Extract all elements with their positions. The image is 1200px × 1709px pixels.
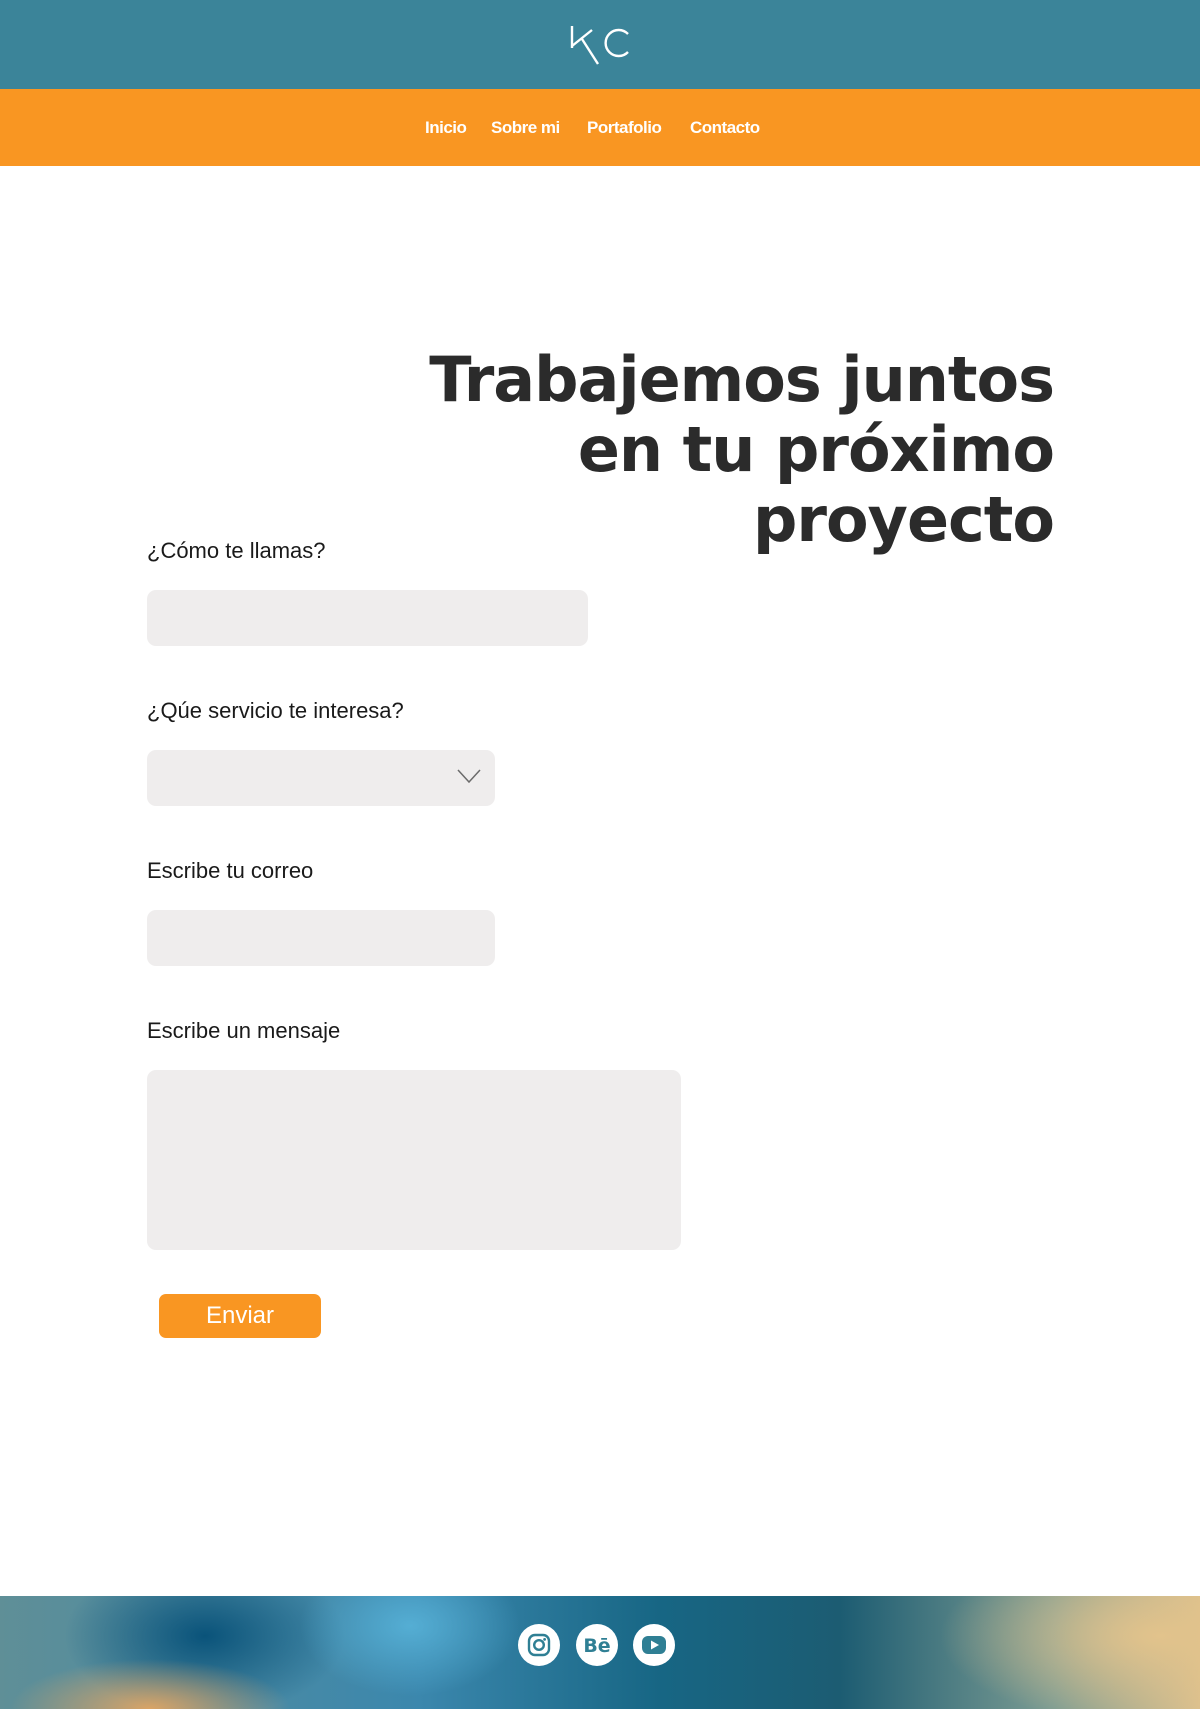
submit-button[interactable]: Enviar bbox=[159, 1294, 321, 1338]
svg-text:Bē: Bē bbox=[583, 1635, 610, 1657]
nav-link-contacto[interactable]: Contacto bbox=[690, 116, 760, 140]
title-line-3: proyecto bbox=[752, 483, 1055, 556]
name-input[interactable] bbox=[147, 590, 588, 646]
nav-link-sobre-mi[interactable]: Sobre mi bbox=[491, 116, 560, 140]
youtube-link[interactable] bbox=[633, 1624, 675, 1666]
email-input[interactable] bbox=[147, 910, 495, 966]
nav-link-portafolio[interactable]: Portafolio bbox=[587, 116, 662, 140]
message-label: Escribe un mensaje bbox=[147, 1018, 341, 1043]
instagram-icon bbox=[527, 1633, 551, 1657]
chevron-down-icon bbox=[457, 769, 481, 784]
youtube-icon bbox=[642, 1636, 666, 1654]
message-textarea[interactable] bbox=[147, 1070, 681, 1250]
nav-link-inicio[interactable]: Inicio bbox=[425, 116, 467, 140]
title-line-2: en tu próximo bbox=[577, 413, 1055, 486]
top-header-bar bbox=[0, 0, 1200, 89]
behance-link[interactable]: Bē bbox=[576, 1624, 618, 1666]
name-label: ¿Cómo te llamas? bbox=[147, 538, 326, 563]
kc-logo[interactable] bbox=[570, 22, 632, 66]
service-select[interactable] bbox=[147, 750, 495, 806]
service-label: ¿Qúe servicio te interesa? bbox=[147, 698, 404, 723]
email-label: Escribe tu correo bbox=[147, 858, 314, 883]
behance-icon: Bē bbox=[583, 1635, 610, 1657]
page-title: Trabajemos juntos en tu próximo proyecto bbox=[334, 343, 1055, 556]
instagram-link[interactable] bbox=[518, 1624, 560, 1666]
title-line-1: Trabajemos juntos bbox=[429, 343, 1055, 416]
